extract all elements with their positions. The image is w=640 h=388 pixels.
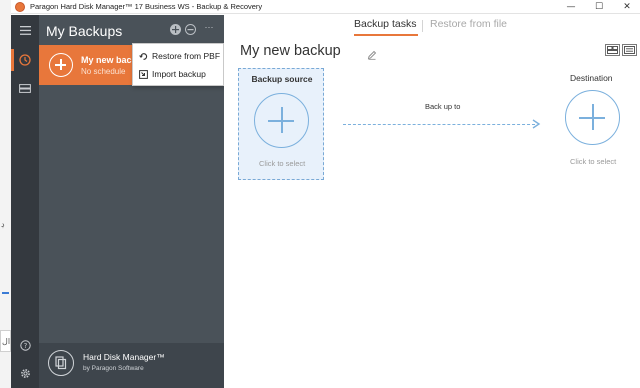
product-footer: Hard Disk Manager™ by Paragon Software	[39, 343, 224, 388]
panel-title: My Backups	[46, 23, 123, 39]
nav-backup-button[interactable]	[11, 49, 39, 71]
add-destination-button[interactable]	[565, 90, 620, 145]
backup-item-schedule: No schedule	[81, 67, 126, 76]
hamburger-icon	[19, 25, 31, 35]
menu-item-label: Restore from PBF	[152, 51, 221, 61]
menu-item-label: Import backup	[152, 69, 206, 79]
maximize-button[interactable]: ☐	[586, 0, 612, 14]
view-toggle-list[interactable]	[622, 44, 637, 56]
title-bar: Paragon Hard Disk Manager™ 17 Business W…	[11, 0, 640, 14]
vendor-name: by Paragon Software	[83, 365, 144, 372]
destination-label: Destination	[570, 73, 613, 83]
desktop-text-fragment: ال	[2, 337, 11, 346]
window-title: Paragon Hard Disk Manager™ 17 Business W…	[30, 2, 263, 11]
remove-icon	[187, 29, 194, 31]
add-source-icon	[254, 93, 309, 148]
menu-item-import-backup[interactable]: Import backup	[133, 65, 225, 83]
nav-rail: ?	[11, 15, 39, 388]
flow-label: Back up to	[425, 102, 461, 111]
backup-source-tile[interactable]: Backup source Click to select	[238, 68, 324, 180]
tab-restore-from-file[interactable]: Restore from file	[430, 18, 507, 30]
drive-icon	[19, 83, 31, 93]
desktop-accent-line	[2, 292, 9, 294]
list-view-icon	[624, 46, 635, 54]
gear-icon	[20, 368, 30, 378]
add-backup-button[interactable]	[170, 24, 181, 35]
more-icon: ···	[204, 22, 214, 32]
flow-arrow-line	[343, 124, 535, 125]
pencil-icon	[367, 50, 377, 60]
settings-button[interactable]	[11, 362, 39, 384]
source-label: Backup source	[251, 74, 313, 84]
plus-circle-icon	[49, 53, 73, 77]
desktop-text-fragment: ڊ	[1, 220, 5, 229]
more-options-menu: Restore from PBF Import backup	[132, 43, 224, 86]
svg-text:?: ?	[23, 342, 27, 350]
tiles-view-icon	[607, 46, 618, 54]
close-button[interactable]: ✕	[614, 0, 640, 14]
nav-disks-button[interactable]	[11, 77, 39, 99]
backup-title: My new backup	[240, 43, 341, 59]
app-logo-icon	[15, 2, 25, 12]
import-icon	[138, 69, 148, 79]
arrow-right-icon	[532, 119, 541, 129]
view-toggle-tiles[interactable]	[605, 44, 620, 56]
clock-backup-icon	[19, 54, 31, 66]
minimize-button[interactable]: —	[558, 0, 584, 14]
main-content: Backup tasks Restore from file My new ba…	[224, 15, 640, 388]
active-tab-underline	[354, 34, 418, 36]
add-icon	[172, 26, 179, 33]
tab-divider	[422, 20, 423, 32]
product-name: Hard Disk Manager™	[83, 352, 165, 362]
hamburger-menu-button[interactable]	[11, 19, 39, 41]
more-options-button[interactable]: ···	[202, 22, 216, 33]
help-button[interactable]: ?	[11, 334, 39, 356]
tab-backup-tasks[interactable]: Backup tasks	[354, 18, 416, 30]
desktop-widget: ال	[0, 330, 11, 352]
desktop-background: ڊ ال	[0, 0, 11, 388]
help-icon: ?	[19, 339, 31, 351]
restore-icon	[138, 51, 148, 61]
product-logo-icon	[48, 350, 74, 376]
source-action-label: Click to select	[259, 159, 306, 168]
destination-action-label: Click to select	[570, 157, 617, 166]
app-window: Paragon Hard Disk Manager™ 17 Business W…	[11, 0, 640, 388]
remove-backup-button[interactable]	[185, 24, 196, 35]
menu-item-restore-from-pbf[interactable]: Restore from PBF	[133, 47, 225, 65]
rename-button[interactable]	[367, 47, 377, 60]
